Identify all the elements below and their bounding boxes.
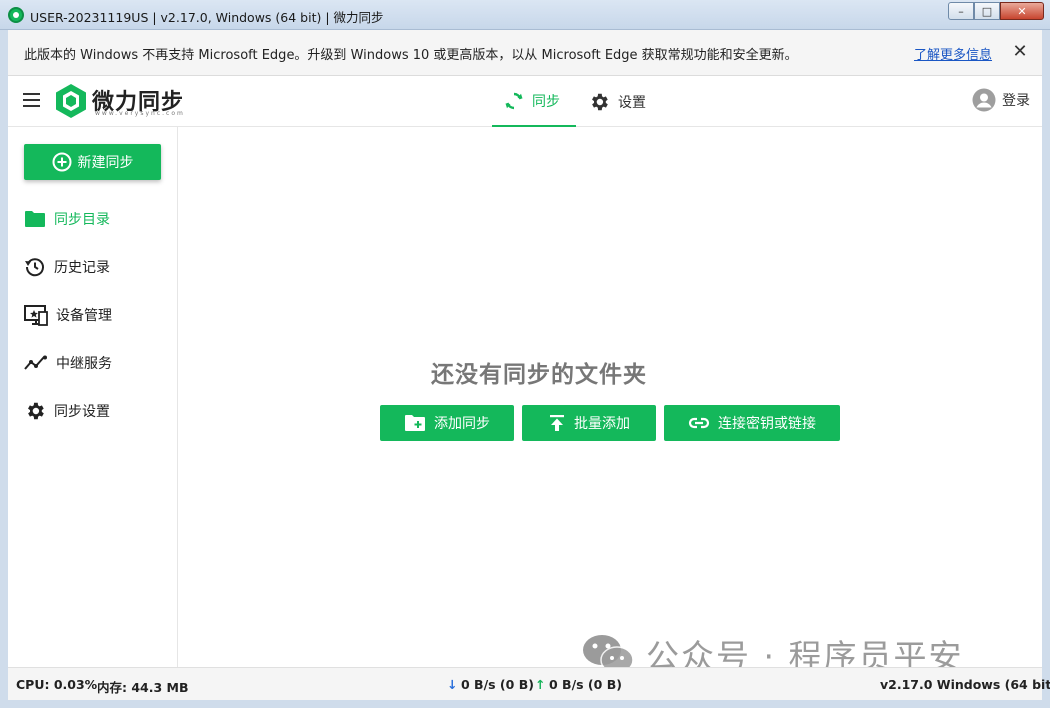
device-icon xyxy=(24,305,48,326)
main-content: 还没有同步的文件夹 添加同步 批量添加 连接密钥或链接 xyxy=(179,127,1042,667)
plus-circle-icon xyxy=(52,152,71,172)
sidebar-item-relay[interactable]: 中继服务 xyxy=(8,343,178,383)
sync-icon xyxy=(505,92,523,109)
download-rate: 0 B/s (0 B) xyxy=(461,677,534,692)
app-header: 微力同步 www.verysync.com 同步 设置 登录 xyxy=(8,76,1042,127)
brand-url: www.verysync.com xyxy=(95,110,185,117)
user-avatar-icon xyxy=(972,88,996,112)
login-button[interactable]: 登录 xyxy=(972,88,1030,112)
window-controls: – □ ✕ xyxy=(948,2,1044,20)
connect-key-or-link-button[interactable]: 连接密钥或链接 xyxy=(664,405,840,441)
window-titlebar: USER-20231119US | v2.17.0, Windows (64 b… xyxy=(0,0,1050,30)
app-client-area: 此版本的 Windows 不再支持 Microsoft Edge。升级到 Win… xyxy=(8,30,1050,700)
tab-sync-label: 同步 xyxy=(532,93,560,110)
upload-icon xyxy=(550,415,564,431)
sidebar-item-sync-folders[interactable]: 同步目录 xyxy=(8,199,178,239)
status-bar: CPU: 0.03% 内存: 44.3 MB ↓ 0 B/s (0 B) ↑ 0… xyxy=(8,667,1050,700)
new-sync-button[interactable]: 新建同步 xyxy=(24,144,161,180)
new-sync-label: 新建同步 xyxy=(77,155,134,171)
notice-close-button[interactable]: ✕ xyxy=(1008,40,1032,64)
upload-arrow-icon: ↑ xyxy=(535,677,546,692)
tab-sync[interactable]: 同步 xyxy=(492,76,576,127)
menu-icon[interactable] xyxy=(23,93,40,107)
add-sync-label: 添加同步 xyxy=(434,416,490,432)
version-info: v2.17.0 Windows (64 bit) xyxy=(880,677,1050,692)
sidebar-item-label: 同步目录 xyxy=(54,212,110,228)
history-icon xyxy=(25,258,44,277)
window-title: USER-20231119US | v2.17.0, Windows (64 b… xyxy=(30,10,384,25)
close-window-button[interactable]: ✕ xyxy=(1000,2,1044,20)
sidebar-item-label: 设备管理 xyxy=(56,308,112,324)
sidebar-item-label: 历史记录 xyxy=(54,260,110,276)
batch-add-label: 批量添加 xyxy=(574,416,630,432)
link-icon xyxy=(688,417,710,429)
sidebar-item-label: 同步设置 xyxy=(54,404,110,420)
learn-more-link[interactable]: 了解更多信息 xyxy=(914,44,992,63)
sidebar: 新建同步 同步目录 历史记录 设备管理 中继服务 同步设置 xyxy=(8,127,178,667)
minimize-button[interactable]: – xyxy=(948,2,974,20)
add-folder-icon xyxy=(405,415,425,431)
sidebar-item-devices[interactable]: 设备管理 xyxy=(8,295,178,335)
upload-rate: 0 B/s (0 B) xyxy=(549,677,622,692)
connect-key-label: 连接密钥或链接 xyxy=(718,416,816,432)
tab-settings[interactable]: 设置 xyxy=(588,76,668,127)
cpu-usage: CPU: 0.03% xyxy=(16,677,98,692)
login-label: 登录 xyxy=(1002,93,1030,109)
empty-state-title: 还没有同步的文件夹 xyxy=(431,362,647,388)
download-arrow-icon: ↓ xyxy=(447,677,458,692)
relay-icon xyxy=(24,355,47,370)
edge-support-notice: 此版本的 Windows 不再支持 Microsoft Edge。升级到 Win… xyxy=(8,30,1042,76)
notice-text: 此版本的 Windows 不再支持 Microsoft Edge。升级到 Win… xyxy=(24,48,798,63)
tab-settings-label: 设置 xyxy=(618,94,646,111)
verysync-logo xyxy=(56,84,86,118)
batch-add-button[interactable]: 批量添加 xyxy=(522,405,656,441)
memory-usage: 内存: 44.3 MB xyxy=(97,680,189,695)
gear-icon xyxy=(592,93,608,110)
sidebar-item-history[interactable]: 历史记录 xyxy=(8,247,178,287)
gear-icon xyxy=(28,402,44,420)
maximize-button[interactable]: □ xyxy=(974,2,1000,20)
folder-icon xyxy=(25,211,45,227)
add-sync-button[interactable]: 添加同步 xyxy=(380,405,514,441)
app-icon xyxy=(8,7,24,23)
sidebar-item-label: 中继服务 xyxy=(56,356,112,372)
sidebar-item-sync-settings[interactable]: 同步设置 xyxy=(8,391,178,431)
